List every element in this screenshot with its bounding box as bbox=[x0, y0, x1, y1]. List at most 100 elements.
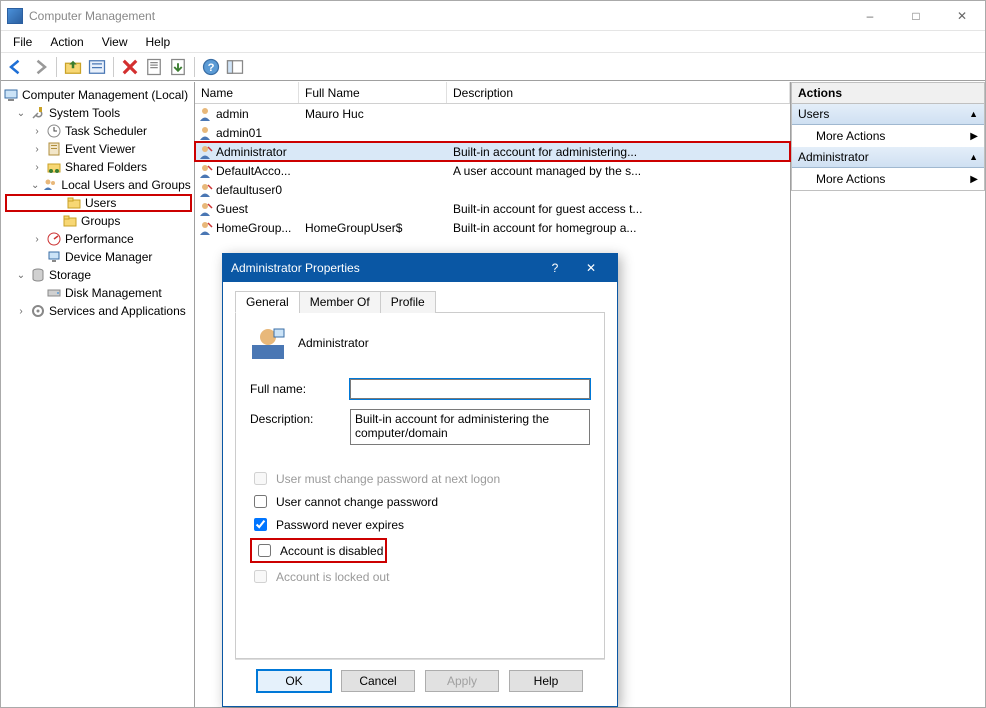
expand-icon[interactable]: ⌄ bbox=[15, 108, 27, 119]
performance-icon bbox=[46, 231, 62, 247]
cancel-button[interactable]: Cancel bbox=[341, 670, 415, 692]
device-icon bbox=[46, 249, 62, 265]
tree-disk-management[interactable]: Disk Management bbox=[3, 284, 192, 302]
checkbox[interactable] bbox=[254, 495, 267, 508]
fullname-label: Full name: bbox=[250, 379, 350, 396]
list-row[interactable]: admin Mauro Huc bbox=[195, 104, 790, 123]
cell-desc: Built-in account for homegroup a... bbox=[447, 221, 790, 235]
list-row[interactable]: HomeGroup... HomeGroupUser$ Built-in acc… bbox=[195, 218, 790, 237]
event-icon bbox=[46, 141, 62, 157]
help-button[interactable]: Help bbox=[509, 670, 583, 692]
actions-section-users[interactable]: Users ▲ bbox=[792, 104, 984, 125]
tree-users[interactable]: Users bbox=[5, 194, 192, 212]
folder-icon bbox=[66, 195, 82, 211]
actions-section-administrator[interactable]: Administrator ▲ bbox=[792, 147, 984, 168]
actions-more-admin[interactable]: More Actions ▶ bbox=[792, 168, 984, 190]
menu-view[interactable]: View bbox=[94, 33, 136, 51]
menu-action[interactable]: Action bbox=[42, 33, 91, 51]
checkbox[interactable] bbox=[258, 544, 271, 557]
tree-groups[interactable]: Groups bbox=[3, 212, 192, 230]
chk-cannot-change[interactable]: User cannot change password bbox=[250, 492, 590, 511]
clock-icon bbox=[46, 123, 62, 139]
show-hide-button[interactable] bbox=[224, 56, 246, 78]
actions-header: Actions bbox=[791, 82, 985, 104]
tree-services-apps[interactable]: › Services and Applications bbox=[3, 302, 192, 320]
expand-icon[interactable]: ⌄ bbox=[31, 180, 39, 191]
toolbar: ? bbox=[1, 53, 985, 81]
expand-icon[interactable]: › bbox=[31, 144, 43, 155]
menu-file[interactable]: File bbox=[5, 33, 40, 51]
expand-icon[interactable]: › bbox=[31, 126, 43, 137]
user-disabled-icon bbox=[197, 182, 213, 198]
tree-label: Services and Applications bbox=[49, 304, 186, 318]
expand-icon[interactable]: › bbox=[31, 162, 43, 173]
close-icon: ✕ bbox=[957, 9, 967, 23]
up-folder-button[interactable] bbox=[62, 56, 84, 78]
dialog-title-bar[interactable]: Administrator Properties ? ✕ bbox=[223, 254, 617, 282]
tree-task-scheduler[interactable]: › Task Scheduler bbox=[3, 122, 192, 140]
tree-label: Storage bbox=[49, 268, 91, 282]
export-button[interactable] bbox=[167, 56, 189, 78]
chevron-right-icon: ▶ bbox=[970, 174, 978, 185]
list-row[interactable]: Guest Built-in account for guest access … bbox=[195, 199, 790, 218]
folder-icon bbox=[62, 213, 78, 229]
col-fullname[interactable]: Full Name bbox=[299, 82, 447, 103]
delete-button[interactable] bbox=[119, 56, 141, 78]
minimize-button[interactable]: – bbox=[847, 1, 893, 31]
tree-device-manager[interactable]: Device Manager bbox=[3, 248, 192, 266]
user-large-icon bbox=[250, 325, 286, 361]
properties-dialog: Administrator Properties ? ✕ General Mem… bbox=[222, 253, 618, 707]
ok-button[interactable]: OK bbox=[257, 670, 331, 692]
dialog-help-button[interactable]: ? bbox=[537, 254, 573, 282]
window-title: Computer Management bbox=[29, 9, 155, 23]
svg-text:?: ? bbox=[208, 61, 215, 73]
col-description[interactable]: Description bbox=[447, 82, 790, 103]
tab-member-of[interactable]: Member Of bbox=[299, 291, 381, 313]
col-name[interactable]: Name bbox=[195, 82, 299, 103]
tree-label: Performance bbox=[65, 232, 134, 246]
chk-account-disabled[interactable]: Account is disabled bbox=[254, 541, 383, 560]
tree-pane: Computer Management (Local) ⌄ System Too… bbox=[1, 82, 195, 707]
title-bar: Computer Management – □ ✕ bbox=[1, 1, 985, 31]
maximize-button[interactable]: □ bbox=[893, 1, 939, 31]
cell-name: HomeGroup... bbox=[216, 221, 291, 235]
dialog-close-button[interactable]: ✕ bbox=[573, 254, 609, 282]
expand-icon[interactable]: › bbox=[15, 306, 27, 317]
menu-help[interactable]: Help bbox=[138, 33, 179, 51]
list-row[interactable]: defaultuser0 bbox=[195, 180, 790, 199]
help-button[interactable]: ? bbox=[200, 56, 222, 78]
maximize-icon: □ bbox=[912, 9, 919, 23]
list-row-administrator[interactable]: Administrator Built-in account for admin… bbox=[195, 142, 790, 161]
chk-must-change: User must change password at next logon bbox=[250, 469, 590, 488]
tree-label: Event Viewer bbox=[65, 142, 135, 156]
fullname-input[interactable] bbox=[350, 379, 590, 399]
tab-general[interactable]: General bbox=[235, 291, 300, 313]
checkbox[interactable] bbox=[254, 518, 267, 531]
cell-fullname: Mauro Huc bbox=[299, 107, 447, 121]
close-button[interactable]: ✕ bbox=[939, 1, 985, 31]
tree-event-viewer[interactable]: › Event Viewer bbox=[3, 140, 192, 158]
list-body: admin Mauro Huc admin01 Administrator Bu… bbox=[195, 104, 790, 237]
dialog-buttons: OK Cancel Apply Help bbox=[235, 659, 605, 702]
description-input[interactable]: Built-in account for administering the c… bbox=[350, 409, 590, 445]
list-row[interactable]: admin01 bbox=[195, 123, 790, 142]
actions-more-users[interactable]: More Actions ▶ bbox=[792, 125, 984, 147]
tree-shared-folders[interactable]: › Shared Folders bbox=[3, 158, 192, 176]
tree-storage[interactable]: ⌄ Storage bbox=[3, 266, 192, 284]
forward-button[interactable] bbox=[29, 56, 51, 78]
tree-root[interactable]: Computer Management (Local) bbox=[3, 86, 192, 104]
expand-icon[interactable]: › bbox=[31, 234, 43, 245]
collapse-icon: ▲ bbox=[969, 152, 978, 162]
tab-profile[interactable]: Profile bbox=[380, 291, 436, 313]
chk-never-expires[interactable]: Password never expires bbox=[250, 515, 590, 534]
tree-system-tools[interactable]: ⌄ System Tools bbox=[3, 104, 192, 122]
properties-button[interactable] bbox=[86, 56, 108, 78]
tree-local-users-groups[interactable]: ⌄ Local Users and Groups bbox=[3, 176, 192, 194]
apply-button[interactable]: Apply bbox=[425, 670, 499, 692]
minimize-icon: – bbox=[867, 9, 874, 23]
list-row[interactable]: DefaultAcco... A user account managed by… bbox=[195, 161, 790, 180]
refresh-button[interactable] bbox=[143, 56, 165, 78]
back-button[interactable] bbox=[5, 56, 27, 78]
expand-icon[interactable]: ⌄ bbox=[15, 270, 27, 281]
tree-performance[interactable]: › Performance bbox=[3, 230, 192, 248]
